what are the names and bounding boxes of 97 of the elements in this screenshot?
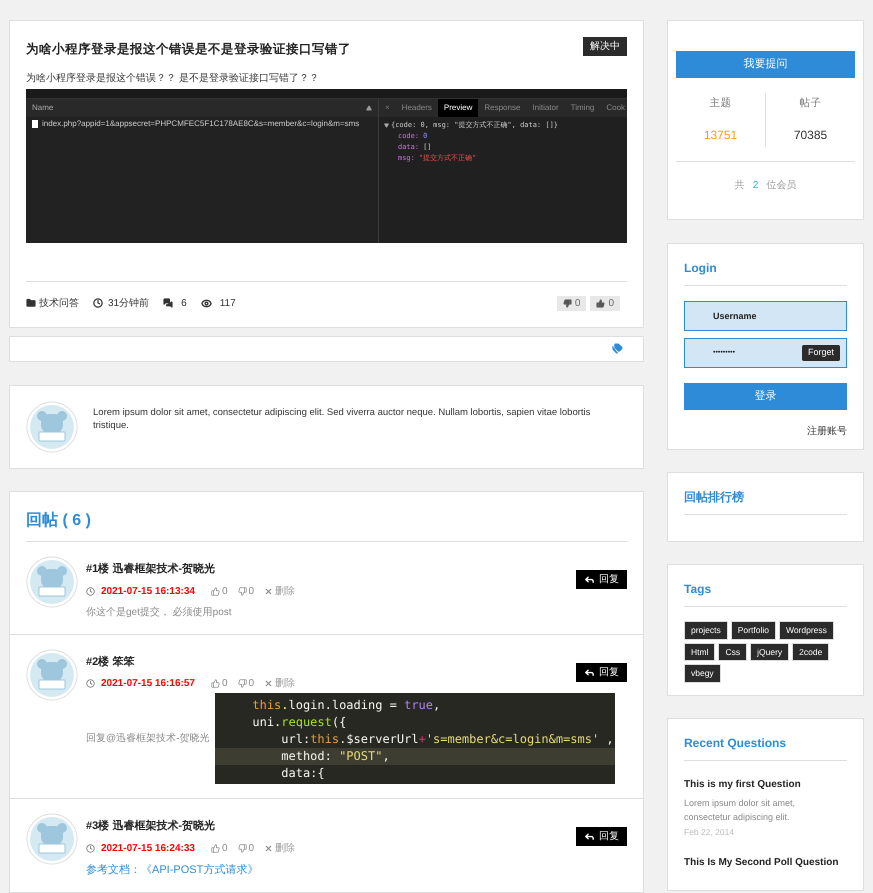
reference-link[interactable]: 参考文档：《API-POST方式请求》	[86, 862, 627, 878]
reply-icon	[584, 831, 595, 842]
reply-content: 你这个是get提交， 必须使用post	[86, 606, 233, 620]
tag-link[interactable]: projects	[684, 620, 728, 640]
thumbs-down-icon	[562, 298, 572, 308]
like-count: 0	[222, 842, 228, 856]
thumbs-up-icon[interactable]	[210, 679, 220, 688]
like-count: 0	[222, 584, 228, 598]
question-title[interactable]: This Is My Second Poll Question	[684, 854, 847, 870]
dislike-count: 0	[248, 677, 254, 691]
devtools-tab[interactable]: Cook	[600, 98, 627, 117]
devtools-tab[interactable]: Timing	[564, 98, 600, 117]
members-prefix: 共	[734, 178, 745, 193]
member-count: 2	[752, 178, 758, 193]
widget-title: Recent Questions	[684, 734, 847, 761]
sort-icon[interactable]	[366, 104, 372, 111]
thumbs-up-icon[interactable]	[210, 586, 220, 596]
folder-icon	[26, 298, 36, 308]
question-title[interactable]: This is my first Question	[684, 777, 847, 792]
reply-icon	[584, 666, 595, 678]
view-count: 117	[220, 296, 237, 311]
avatar-placeholder	[26, 401, 78, 453]
reply-time: 2021-07-15 16:13:34	[101, 584, 195, 598]
reply-author: #2楼 笨笨	[86, 654, 136, 670]
stat-label: 主题	[710, 96, 732, 111]
stat-value: 70385	[794, 126, 828, 144]
stat-label: 帖子	[800, 96, 822, 111]
clock-icon	[93, 298, 103, 308]
dislike-count: 0	[248, 584, 254, 598]
tag-link[interactable]: Portfolio	[730, 620, 776, 640]
devtools-tab[interactable]: Preview	[438, 98, 478, 117]
post-description: 为啥小程序登录是报这个错误？？ 是不是登录验证接口写错了？？	[26, 72, 320, 86]
members-suffix: 位会员	[766, 178, 796, 193]
eye-icon	[200, 298, 212, 309]
post-time: 31分钟前	[108, 296, 150, 311]
question-date: Feb 22, 2014	[684, 826, 736, 839]
thumbs-up-icon[interactable]	[210, 844, 220, 852]
request-name[interactable]: index.php?appid=1&appsecret=PHPCMFEC5F1C178AE8C&s=member&c=login&m=sms	[42, 118, 360, 130]
avatar-placeholder	[26, 556, 78, 608]
code-line: this.login.loading = true,	[251, 697, 442, 714]
comments-icon	[163, 298, 174, 308]
tag-link[interactable]: Css	[718, 642, 748, 662]
ask-question-button[interactable]: 我要提问	[676, 51, 855, 78]
reply-author: #3楼 迅睿框架技术-贺晓光	[86, 818, 216, 834]
thumbs-down-icon[interactable]	[238, 679, 247, 688]
reply-content: 回复@迅睿框架技术-贺晓光	[86, 732, 210, 746]
dislike-count: 0	[248, 842, 254, 856]
username-field[interactable]: Username	[684, 300, 847, 331]
tag-icon[interactable]	[612, 343, 623, 354]
reply-time: 2021-07-15 16:24:33	[101, 842, 195, 856]
post-title: 为啥小程序登录是报这个错误是不是登录验证接口写错了	[26, 41, 352, 58]
avatar-placeholder	[26, 648, 78, 700]
replies-heading: 回帖 ( 6 )	[26, 509, 627, 542]
reply-author: #1楼 迅睿框架技术-贺晓光	[86, 562, 216, 577]
register-link[interactable]: 注册账号	[807, 424, 847, 439]
reply-button[interactable]: 回复	[576, 662, 627, 682]
widget-title: Login	[684, 258, 847, 286]
devtools-tab[interactable]: Initiator	[526, 98, 565, 117]
delete-icon[interactable]	[264, 679, 274, 688]
dislike-button[interactable]: 0	[556, 296, 586, 311]
code-line: data:{	[280, 765, 326, 782]
thumbs-up-icon	[596, 298, 606, 308]
question-excerpt: Lorem ipsum dolor sit amet, consectetur adipiscing elit.	[684, 797, 796, 824]
delete-icon[interactable]	[264, 586, 274, 596]
category-link[interactable]: 技术问答	[39, 296, 79, 311]
like-count: 0	[222, 677, 228, 691]
clock-icon	[86, 586, 95, 596]
thumbs-down-icon[interactable]	[238, 586, 247, 596]
widget-title: 回帖排行榜	[684, 488, 847, 515]
avatar-placeholder	[26, 813, 78, 865]
code-line: uni.request({	[251, 714, 348, 731]
tag-link[interactable]: vbegy	[684, 664, 721, 683]
stat-value: 13751	[704, 126, 738, 144]
comment-count: 6	[181, 296, 187, 311]
status-badge: 解决中	[583, 37, 627, 56]
tag-link[interactable]: 2code	[792, 642, 830, 662]
tag-link[interactable]: jQuery	[750, 642, 790, 662]
reply-button[interactable]: 回复	[576, 827, 627, 846]
devtools-tab[interactable]: Headers	[396, 98, 438, 117]
author-bio: Lorem ipsum dolor sit amet, consectetur adipiscing elit. Sed viverra auctor neque. Nullam lobortis, sapien vitae lobortis tristique.	[93, 406, 592, 433]
thumbs-down-icon[interactable]	[238, 844, 247, 852]
forget-button[interactable]: Forget	[802, 344, 840, 361]
expand-icon[interactable]	[384, 122, 389, 128]
clock-icon	[86, 679, 95, 688]
code-line: url:this.$serverUrl+'s=member&c=login&m=sms' ,	[280, 731, 615, 748]
reply-icon	[584, 574, 595, 585]
delete-icon[interactable]	[264, 844, 274, 852]
tag-link[interactable]: Wordpress	[778, 620, 834, 640]
file-icon	[32, 120, 38, 128]
clock-icon	[86, 844, 95, 852]
login-button[interactable]: 登录	[684, 382, 847, 410]
like-button[interactable]: 0	[590, 296, 620, 311]
devtools-tab[interactable]: Response	[478, 98, 526, 117]
reply-time: 2021-07-15 16:16:57	[101, 677, 195, 691]
tag-link[interactable]: Html	[684, 642, 716, 662]
reply-button[interactable]: 回复	[576, 570, 627, 589]
widget-title: Tags	[684, 580, 847, 607]
